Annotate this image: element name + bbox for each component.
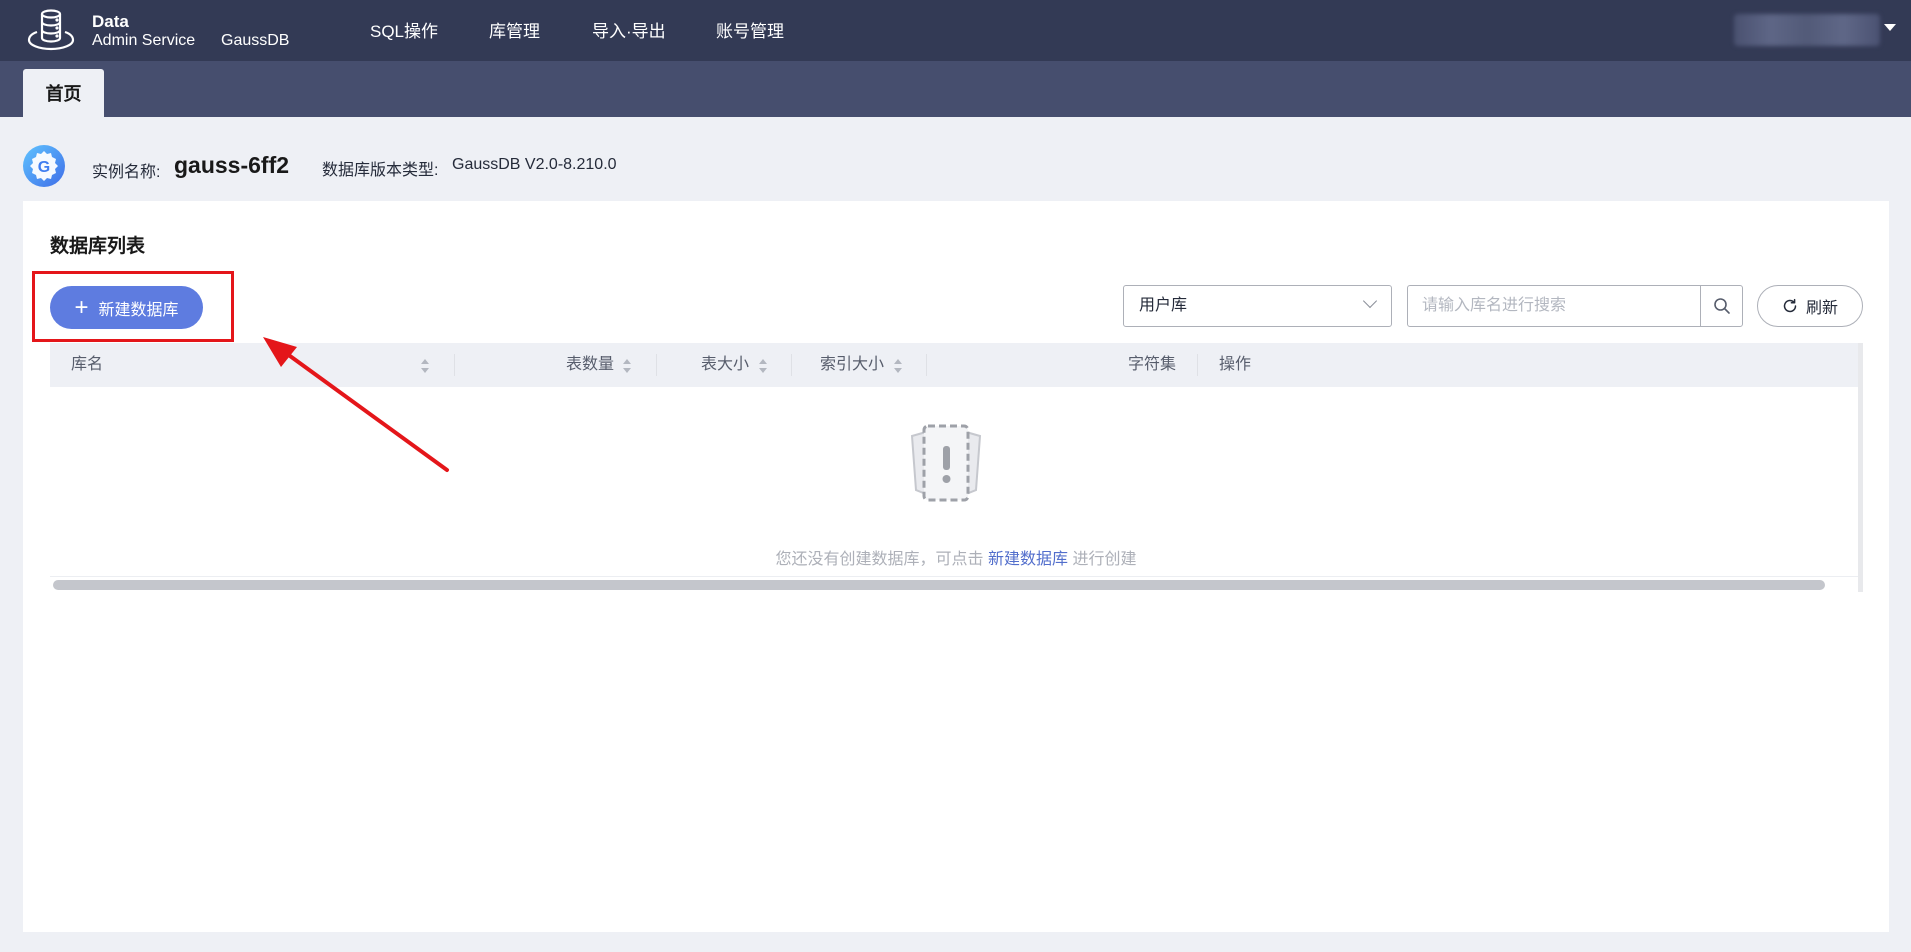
search-button[interactable]	[1700, 285, 1743, 327]
annotation-arrow-icon	[263, 337, 449, 472]
empty-state-create-link[interactable]: 新建数据库	[988, 551, 1068, 568]
col-header-index-size[interactable]: 索引大小	[820, 343, 884, 387]
db-version-label: 数据库版本类型:	[322, 162, 439, 179]
database-list-title: 数据库列表	[50, 236, 146, 257]
col-header-actions: 操作	[1219, 356, 1252, 373]
col-header-table-size[interactable]: 表大小	[701, 343, 749, 387]
nav-item-sql[interactable]: SQL操作	[370, 17, 438, 42]
db-version-value: GaussDB V2.0-8.210.0	[452, 156, 617, 173]
empty-state-suffix: 进行创建	[1072, 551, 1137, 568]
product-name: GaussDB	[221, 32, 290, 49]
empty-state-prefix: 您还没有创建数据库，可点击	[775, 551, 984, 568]
sort-icon[interactable]	[622, 358, 632, 374]
svg-text:G: G	[38, 159, 50, 176]
instance-name-label: 实例名称:	[92, 164, 161, 181]
tab-strip: 首页	[0, 61, 1911, 117]
nav-item-db-management[interactable]: 库管理	[489, 17, 540, 42]
col-header-charset: 字符集	[1128, 356, 1177, 373]
column-divider	[1197, 354, 1198, 376]
annotation-highlight-box	[32, 271, 234, 342]
instance-name: gauss-6ff2	[174, 152, 290, 178]
refresh-button[interactable]: 刷新	[1757, 285, 1863, 327]
column-divider	[656, 354, 657, 376]
sort-icon[interactable]	[758, 358, 768, 374]
nav-item-account-management[interactable]: 账号管理	[716, 17, 784, 42]
refresh-icon	[1783, 298, 1797, 313]
column-divider	[791, 354, 792, 376]
empty-state-message: 您还没有创建数据库，可点击 新建数据库 进行创建	[23, 545, 1889, 569]
database-search-input[interactable]	[1407, 285, 1701, 327]
database-type-select[interactable]: 用户库	[1123, 285, 1392, 327]
top-nav-bar: Data Admin Service GaussDB SQL操作 库管理 导入·…	[0, 0, 1911, 61]
table-bottom-border	[50, 576, 1858, 577]
user-account-menu[interactable]	[1734, 14, 1880, 46]
database-logo-icon	[27, 9, 75, 51]
app-name-line1: Data	[92, 12, 129, 31]
database-type-value: 用户库	[1139, 297, 1188, 314]
database-list-card: 数据库列表 + 新建数据库 用户库 刷新 库名 表数量 表大小	[23, 201, 1889, 932]
col-header-table-count[interactable]: 表数量	[566, 343, 614, 387]
app-name-line2: Admin Service	[92, 32, 196, 49]
horizontal-scrollbar[interactable]	[53, 580, 1825, 590]
gaussdb-instance-icon: G	[23, 145, 65, 187]
nav-item-import-export[interactable]: 导入·导出	[592, 17, 666, 42]
empty-state-icon	[910, 424, 982, 502]
sort-icon[interactable]	[893, 358, 903, 374]
search-icon	[1713, 298, 1730, 314]
tab-home[interactable]: 首页	[23, 69, 104, 117]
column-divider	[926, 354, 927, 376]
refresh-label: 刷新	[1805, 300, 1838, 317]
chevron-down-icon	[1362, 293, 1378, 309]
col-header-name[interactable]: 库名	[71, 343, 103, 387]
user-menu-caret-icon[interactable]	[1884, 24, 1896, 31]
